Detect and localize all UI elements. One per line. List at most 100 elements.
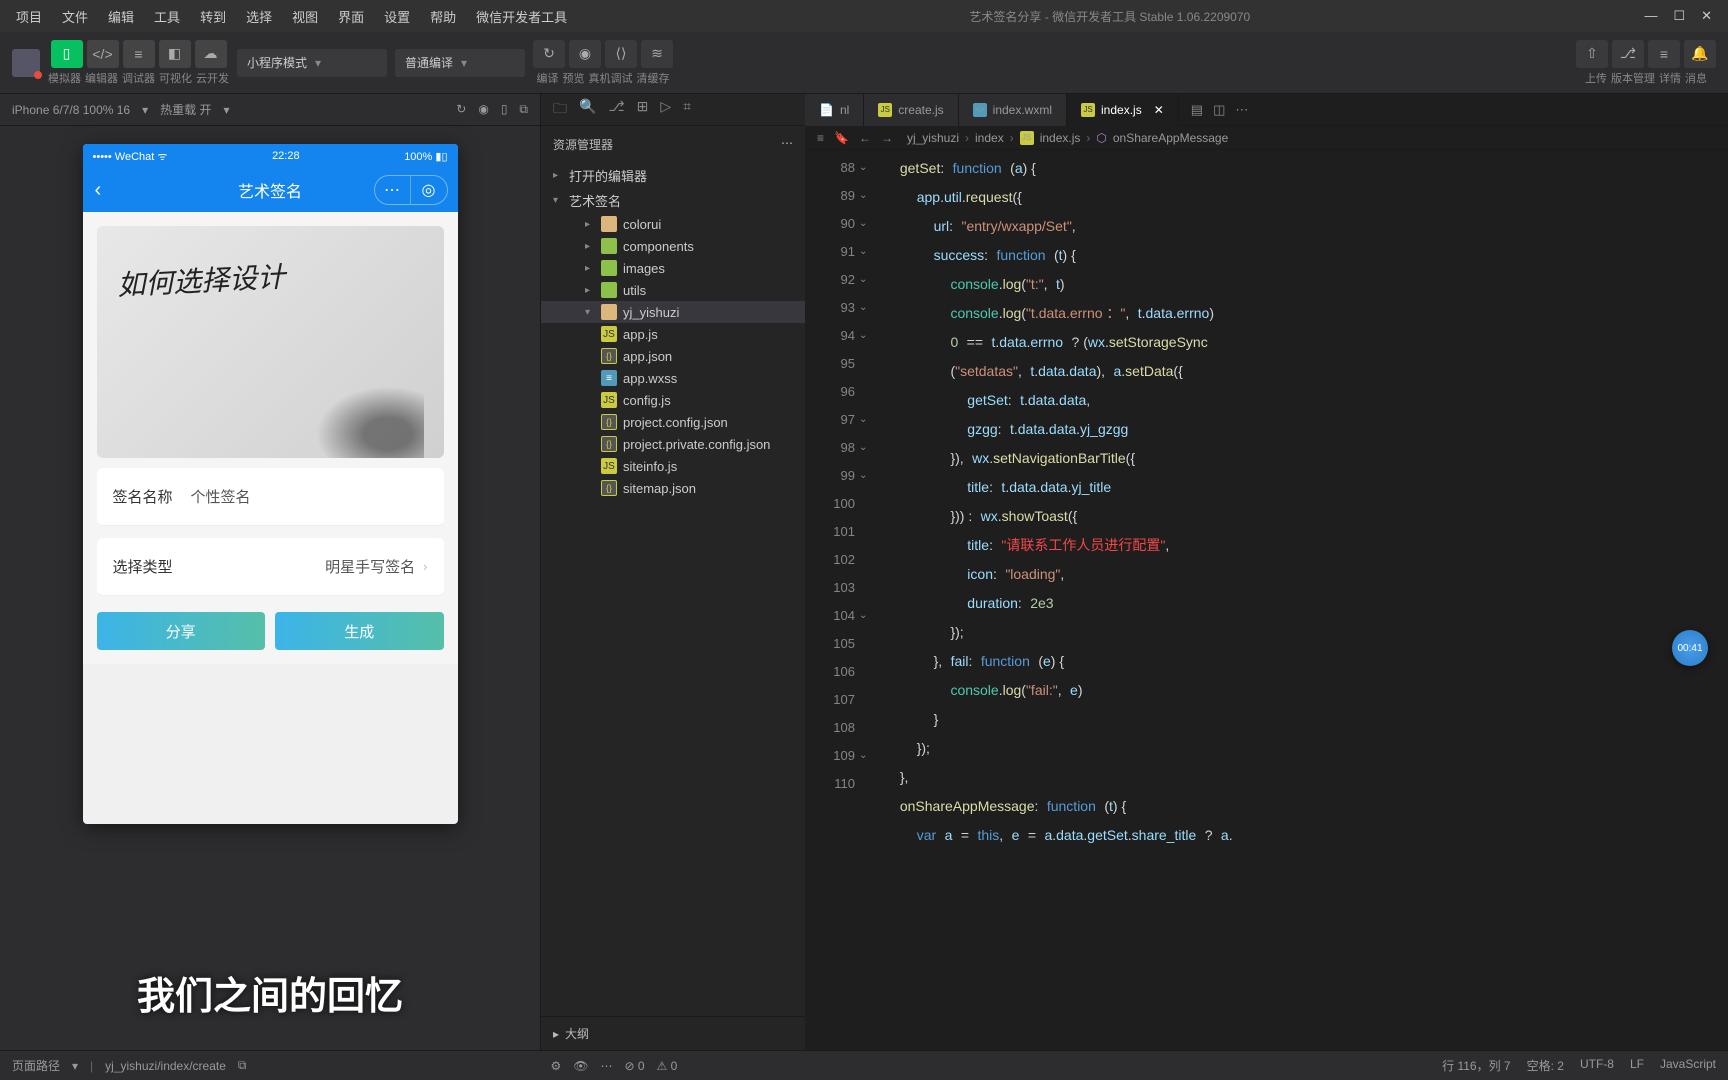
search-icon[interactable]: 🔍	[579, 98, 596, 122]
breadcrumb-item[interactable]: yj_yishuzi	[907, 131, 959, 145]
menu-item[interactable]: 编辑	[100, 3, 142, 30]
tree-item-app-js[interactable]: JSapp.js	[541, 323, 805, 345]
minimize-icon[interactable]: —	[1644, 8, 1657, 24]
tab-index-js[interactable]: JSindex.js✕	[1067, 94, 1179, 126]
tree-item-images[interactable]: ▸images	[541, 257, 805, 279]
tree-item-app-wxss[interactable]: ≡app.wxss	[541, 367, 805, 389]
upload-button[interactable]: ⇧	[1576, 40, 1608, 68]
name-input-row[interactable]: 签名名称 个性签名	[97, 468, 444, 526]
bookmark-icon[interactable]: 🔖	[834, 131, 849, 145]
record-icon[interactable]: ◉	[478, 102, 488, 117]
menu-item[interactable]: 视图	[284, 3, 326, 30]
chevron-down-icon[interactable]: ▾	[72, 1059, 78, 1073]
type-select-row[interactable]: 选择类型 明星手写签名 ›	[97, 538, 444, 596]
more-icon[interactable]: ⋯	[600, 1059, 612, 1073]
avatar[interactable]	[12, 49, 40, 77]
chevron-down-icon[interactable]: ▾	[223, 103, 229, 117]
tree-item-components[interactable]: ▸components	[541, 235, 805, 257]
breadcrumb-item[interactable]: onShareAppMessage	[1113, 131, 1228, 145]
split-icon[interactable]: ◫	[1213, 102, 1225, 118]
tab-create-js[interactable]: JScreate.js	[864, 94, 958, 126]
gear-icon[interactable]: ⚙	[550, 1059, 561, 1073]
cursor-position[interactable]: 行 116，列 7	[1442, 1057, 1510, 1074]
files-icon[interactable]: 🗀	[553, 98, 567, 122]
menu-item[interactable]: 设置	[376, 3, 418, 30]
menu-item[interactable]: 界面	[330, 3, 372, 30]
eol-info[interactable]: LF	[1630, 1057, 1644, 1074]
device-selector[interactable]: iPhone 6/7/8 100% 16	[12, 103, 130, 117]
details-button[interactable]: ≡	[1648, 40, 1680, 68]
back-icon[interactable]: ‹	[95, 179, 102, 202]
messages-button[interactable]: 🔔	[1684, 40, 1716, 68]
page-path[interactable]: yj_yishuzi/index/create	[105, 1059, 226, 1073]
close-icon[interactable]: ✕	[1701, 8, 1712, 24]
code-content[interactable]: getSet: function (a) { app.util.request(…	[875, 150, 1728, 1050]
mode-dropdown[interactable]: 小程序模式	[237, 49, 387, 77]
tree-section[interactable]: ▾艺术签名	[541, 188, 805, 213]
popout-icon[interactable]: ⧉	[519, 102, 528, 117]
breadcrumb-item[interactable]: index.js	[1040, 131, 1081, 145]
tree-item-sitemap-json[interactable]: {}sitemap.json	[541, 477, 805, 499]
copy-icon[interactable]: ⧉	[238, 1058, 247, 1073]
extensions-icon[interactable]: ⊞	[637, 98, 649, 122]
preview-button[interactable]: ◉	[569, 40, 601, 68]
compile-dropdown[interactable]: 普通编译	[395, 49, 525, 77]
tree-item-config-js[interactable]: JSconfig.js	[541, 389, 805, 411]
tree-item-project-config-json[interactable]: {}project.config.json	[541, 411, 805, 433]
outline-section[interactable]: ▸大纲	[541, 1016, 806, 1050]
cloud-toggle[interactable]: ☁	[195, 40, 227, 68]
close-icon[interactable]: ✕	[1154, 103, 1164, 117]
menu-item[interactable]: 帮助	[422, 3, 464, 30]
debugger-toggle[interactable]: ≡	[123, 40, 155, 68]
breadcrumb-item[interactable]: index	[975, 131, 1004, 145]
branch-icon[interactable]: ⎇	[608, 98, 624, 122]
device-icon[interactable]: ▯	[501, 102, 508, 117]
errors-count[interactable]: ⊘ 0	[624, 1059, 644, 1073]
editor-toggle[interactable]: </>	[87, 40, 119, 68]
menu-item[interactable]: 文件	[54, 3, 96, 30]
refresh-icon[interactable]: ↻	[456, 102, 466, 117]
simulator-toggle[interactable]: ▯	[51, 40, 83, 68]
timer-badge[interactable]: 00:41	[1672, 630, 1708, 666]
menu-item[interactable]: 选择	[238, 3, 280, 30]
tree-item-siteinfo-js[interactable]: JSsiteinfo.js	[541, 455, 805, 477]
compile-button[interactable]: ↻	[533, 40, 565, 68]
tab-index-wxml[interactable]: <>index.wxml	[959, 94, 1067, 126]
more-icon[interactable]: ⋯	[1235, 102, 1248, 118]
target-icon[interactable]: ◎	[411, 176, 447, 204]
indent-icon[interactable]: ≡	[817, 131, 824, 145]
tree-section[interactable]: ▸打开的编辑器	[541, 163, 805, 188]
tree-item-utils[interactable]: ▸utils	[541, 279, 805, 301]
indent-info[interactable]: 空格: 2	[1527, 1057, 1564, 1074]
hot-reload-toggle[interactable]: 热重载 开	[160, 101, 211, 118]
tree-item-app-json[interactable]: {}app.json	[541, 345, 805, 367]
menu-item[interactable]: 工具	[146, 3, 188, 30]
menu-item[interactable]: 转到	[192, 3, 234, 30]
share-button[interactable]: 分享	[97, 612, 266, 650]
debug-icon[interactable]: ▷	[660, 98, 671, 122]
generate-button[interactable]: 生成	[275, 612, 444, 650]
more-icon[interactable]: ⋯	[781, 136, 793, 153]
menu-item[interactable]: 项目	[8, 3, 50, 30]
chevron-down-icon[interactable]: ▾	[142, 103, 148, 117]
eye-icon[interactable]: 👁	[573, 1059, 588, 1073]
tree-item-yj_yishuzi[interactable]: ▾yj_yishuzi	[541, 301, 805, 323]
compare-icon[interactable]: ▤	[1191, 102, 1203, 118]
maximize-icon[interactable]: ☐	[1673, 8, 1685, 24]
tree-item-project-private-config-json[interactable]: {}project.private.config.json	[541, 433, 805, 455]
menu-item[interactable]: 微信开发者工具	[468, 3, 575, 30]
clear-cache-button[interactable]: ≋	[641, 40, 673, 68]
terminal-icon[interactable]: ⌗	[683, 98, 691, 122]
nav-back-icon[interactable]: ←	[859, 131, 871, 145]
menu-icon[interactable]: ⋯	[375, 176, 411, 204]
tab-nl[interactable]: 📄nl	[805, 94, 864, 126]
language-mode[interactable]: JavaScript	[1660, 1057, 1716, 1074]
warnings-count[interactable]: ⚠ 0	[657, 1059, 678, 1073]
version-button[interactable]: ⎇	[1612, 40, 1644, 68]
visualize-toggle[interactable]: ◧	[159, 40, 191, 68]
nav-fwd-icon[interactable]: →	[881, 131, 893, 145]
encoding-info[interactable]: UTF-8	[1580, 1057, 1614, 1074]
remote-debug-button[interactable]: ⟨⟩	[605, 40, 637, 68]
tree-item-colorui[interactable]: ▸colorui	[541, 213, 805, 235]
code-editor[interactable]: 8889909192939495969798991001011021031041…	[805, 150, 1728, 1050]
